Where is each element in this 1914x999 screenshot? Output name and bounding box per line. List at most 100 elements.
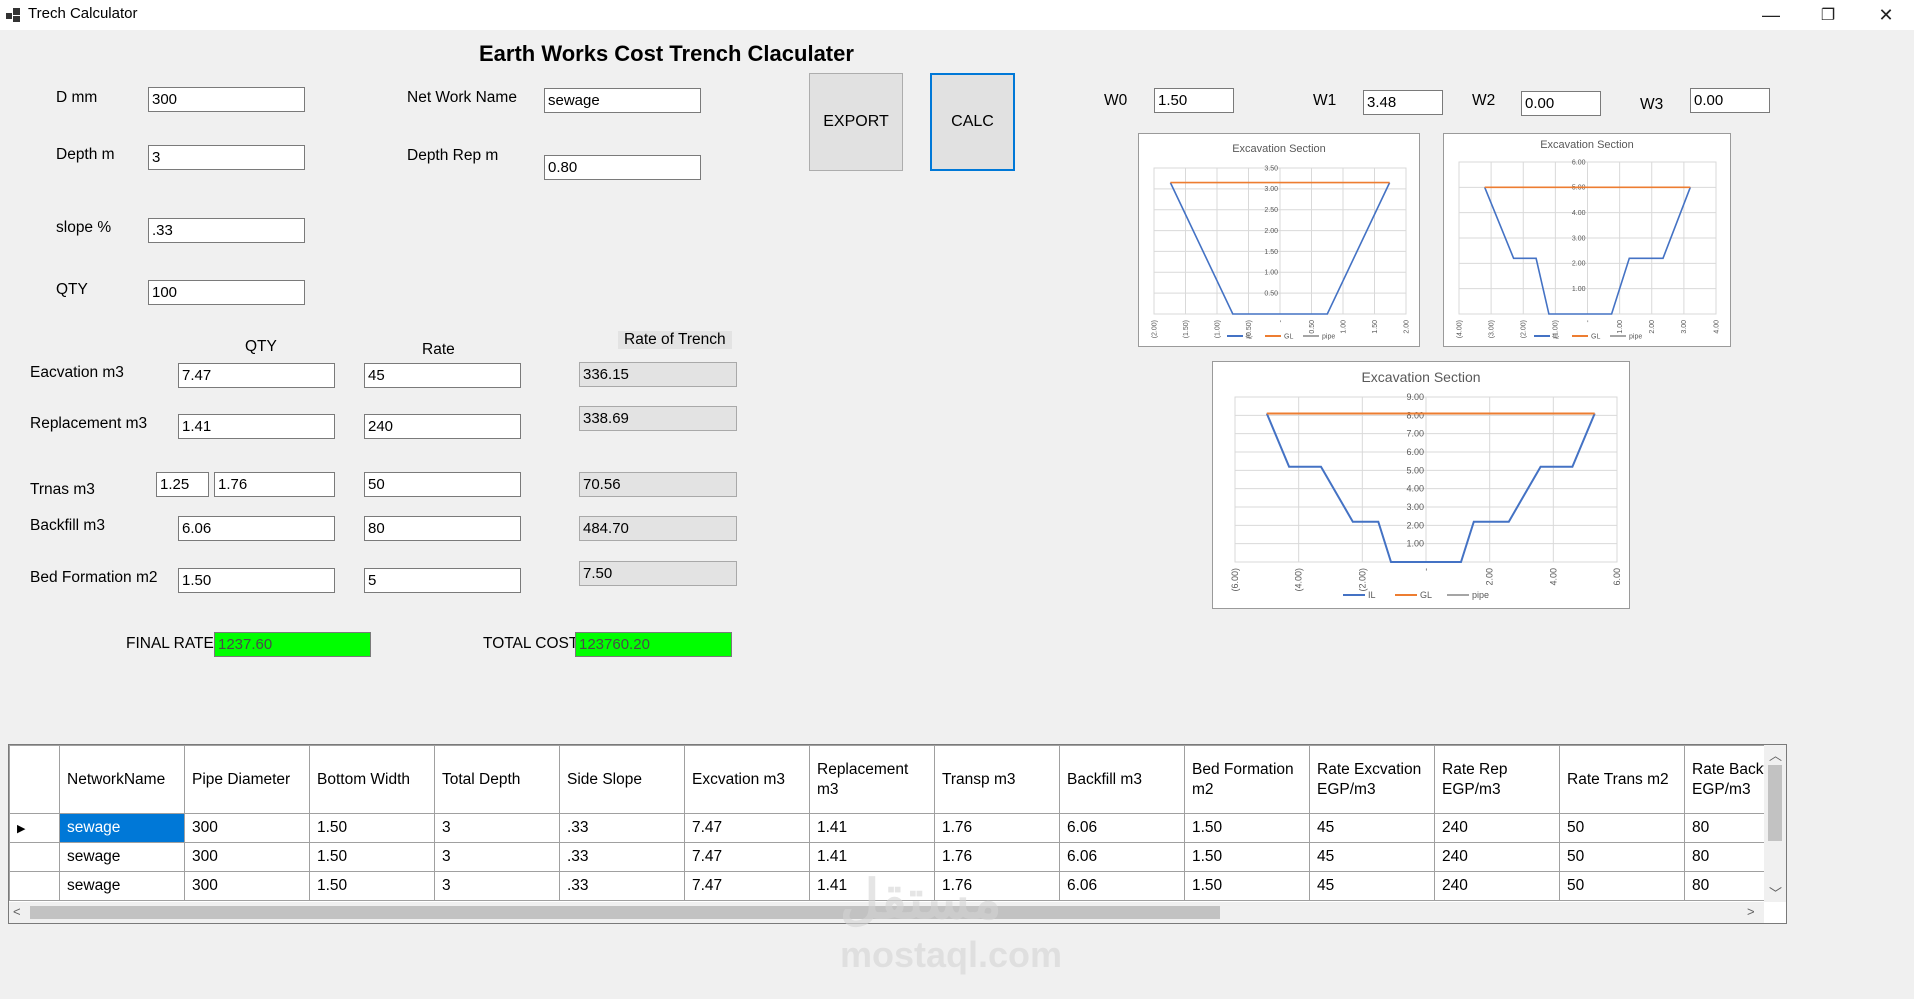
table-cell[interactable]: 6.06 — [1059, 813, 1185, 843]
horizontal-scroll-thumb[interactable] — [30, 906, 1220, 919]
table-cell[interactable]: 6.06 — [1059, 871, 1185, 901]
x-tick-label: 2.00 — [1403, 320, 1410, 334]
excavation-chart-3: Excavation Section 1.00 2.00 3.00 4.00 5.00 6.… — [1230, 369, 1622, 600]
row-header[interactable] — [9, 842, 60, 872]
column-header[interactable]: Excvation m3 — [684, 745, 810, 814]
total-cost-output — [575, 632, 732, 657]
table-cell[interactable]: sewage — [59, 871, 185, 901]
table-cell[interactable]: 1.50 — [1184, 842, 1310, 872]
watermark-arabic: مستقل — [840, 870, 1002, 930]
table-cell[interactable]: 3 — [434, 842, 560, 872]
backfill-rate-input[interactable] — [364, 516, 521, 541]
excavation-qty-input[interactable] — [178, 363, 335, 388]
x-tick-label: 0.50 — [1309, 320, 1316, 334]
scroll-right-icon[interactable]: > — [1747, 904, 1755, 919]
scroll-left-icon[interactable]: < — [13, 904, 21, 919]
replacement-qty-input[interactable] — [178, 414, 335, 439]
calc-button[interactable]: CALC — [930, 73, 1015, 171]
w2-input[interactable] — [1521, 91, 1601, 116]
column-header[interactable]: Bottom Width — [309, 745, 435, 814]
y-tick-label: 3.50 — [1264, 165, 1278, 172]
table-cell[interactable]: .33 — [559, 842, 685, 872]
trans-total — [579, 472, 737, 497]
w1-input[interactable] — [1363, 90, 1443, 115]
table-cell[interactable]: 45 — [1309, 813, 1435, 843]
row-header[interactable] — [9, 871, 60, 901]
table-cell[interactable]: 1.50 — [309, 813, 435, 843]
table-cell[interactable]: 7.47 — [684, 813, 810, 843]
scroll-up-icon[interactable]: ︿ — [1769, 745, 1782, 764]
depth-rep-input[interactable] — [544, 155, 701, 180]
row-header[interactable]: ▶ — [9, 813, 60, 843]
table-cell[interactable]: 1.50 — [1184, 813, 1310, 843]
column-header[interactable]: Rate Rep EGP/m3 — [1434, 745, 1560, 814]
vertical-scroll-thumb[interactable] — [1768, 765, 1782, 841]
table-cell[interactable]: 240 — [1434, 871, 1560, 901]
slope-input[interactable] — [148, 218, 305, 243]
column-header[interactable]: Bed Formation m2 — [1184, 745, 1310, 814]
table-cell[interactable]: 1.76 — [934, 813, 1060, 843]
d-mm-input[interactable] — [148, 87, 305, 112]
table-cell[interactable]: 300 — [184, 871, 310, 901]
table-cell[interactable]: 7.47 — [684, 842, 810, 872]
chart-panel-3: Excavation Section 1.00 2.00 3.00 4.00 5.00 6.… — [1212, 361, 1630, 609]
table-cell[interactable]: 240 — [1434, 842, 1560, 872]
scroll-down-icon[interactable]: ﹀ — [1769, 883, 1782, 902]
export-button[interactable]: EXPORT — [809, 73, 903, 171]
bed-qty-input[interactable] — [178, 568, 335, 593]
table-cell[interactable]: 7.47 — [684, 871, 810, 901]
network-name-input[interactable] — [544, 88, 701, 113]
vertical-scrollbar[interactable]: ︿ ﹀ — [1764, 745, 1786, 902]
close-button[interactable]: ✕ — [1858, 0, 1914, 30]
column-header[interactable]: Rate Trans m2 — [1559, 745, 1685, 814]
minimize-button[interactable]: — — [1743, 0, 1799, 30]
trans-factor-input[interactable] — [156, 472, 209, 497]
table-cell[interactable]: 300 — [184, 813, 310, 843]
replacement-rate-input[interactable] — [364, 414, 521, 439]
depth-input[interactable] — [148, 145, 305, 170]
trans-rate-input[interactable] — [364, 472, 521, 497]
table-cell[interactable]: .33 — [559, 871, 685, 901]
column-header[interactable]: Total Depth — [434, 745, 560, 814]
table-cell[interactable]: 240 — [1434, 813, 1560, 843]
column-header[interactable]: Backfill m3 — [1059, 745, 1185, 814]
x-tick-label: 2.00 — [1649, 320, 1656, 334]
legend-label: GL — [1284, 333, 1293, 340]
trans-qty-input[interactable] — [214, 472, 335, 497]
table-cell[interactable]: 1.50 — [309, 871, 435, 901]
backfill-label: Backfill m3 — [30, 517, 105, 534]
w3-input[interactable] — [1690, 88, 1770, 113]
table-cell[interactable]: 6.06 — [1059, 842, 1185, 872]
excavation-rate-input[interactable] — [364, 363, 521, 388]
table-row[interactable]: ▶ sewage 300 1.50 3.33 7.47 1.41 1.76 6.06 1.50 45… — [9, 813, 1786, 843]
bed-rate-input[interactable] — [364, 568, 521, 593]
w0-input[interactable] — [1154, 88, 1234, 113]
qty-input[interactable] — [148, 280, 305, 305]
column-header[interactable]: Side Slope — [559, 745, 685, 814]
y-tick-label: 2.00 — [1572, 261, 1586, 268]
y-tick-label: 2.00 — [1264, 228, 1278, 235]
table-cell[interactable]: 3 — [434, 871, 560, 901]
column-header[interactable]: Pipe Diameter — [184, 745, 310, 814]
column-header[interactable]: NetworkName — [59, 745, 185, 814]
y-tick-label: 1.00 — [1406, 539, 1424, 549]
table-cell[interactable]: 1.50 — [309, 842, 435, 872]
table-cell[interactable]: 1.41 — [809, 813, 935, 843]
table-cell[interactable]: .33 — [559, 813, 685, 843]
x-tick-label: 2.00 — [1485, 568, 1495, 586]
table-cell[interactable]: 45 — [1309, 842, 1435, 872]
table-cell[interactable]: 300 — [184, 842, 310, 872]
column-header[interactable]: Transp m3 — [934, 745, 1060, 814]
table-cell[interactable]: 50 — [1559, 871, 1685, 901]
table-cell[interactable]: 3 — [434, 813, 560, 843]
column-header[interactable]: Rate Excvation EGP/m3 — [1309, 745, 1435, 814]
table-cell[interactable]: 45 — [1309, 871, 1435, 901]
table-cell[interactable]: sewage — [59, 842, 185, 872]
table-cell[interactable]: 1.50 — [1184, 871, 1310, 901]
table-cell[interactable]: sewage — [59, 813, 185, 843]
restore-button[interactable]: ❐ — [1800, 0, 1856, 30]
backfill-qty-input[interactable] — [178, 516, 335, 541]
table-cell[interactable]: 50 — [1559, 842, 1685, 872]
column-header[interactable]: Replacement m3 — [809, 745, 935, 814]
table-cell[interactable]: 50 — [1559, 813, 1685, 843]
